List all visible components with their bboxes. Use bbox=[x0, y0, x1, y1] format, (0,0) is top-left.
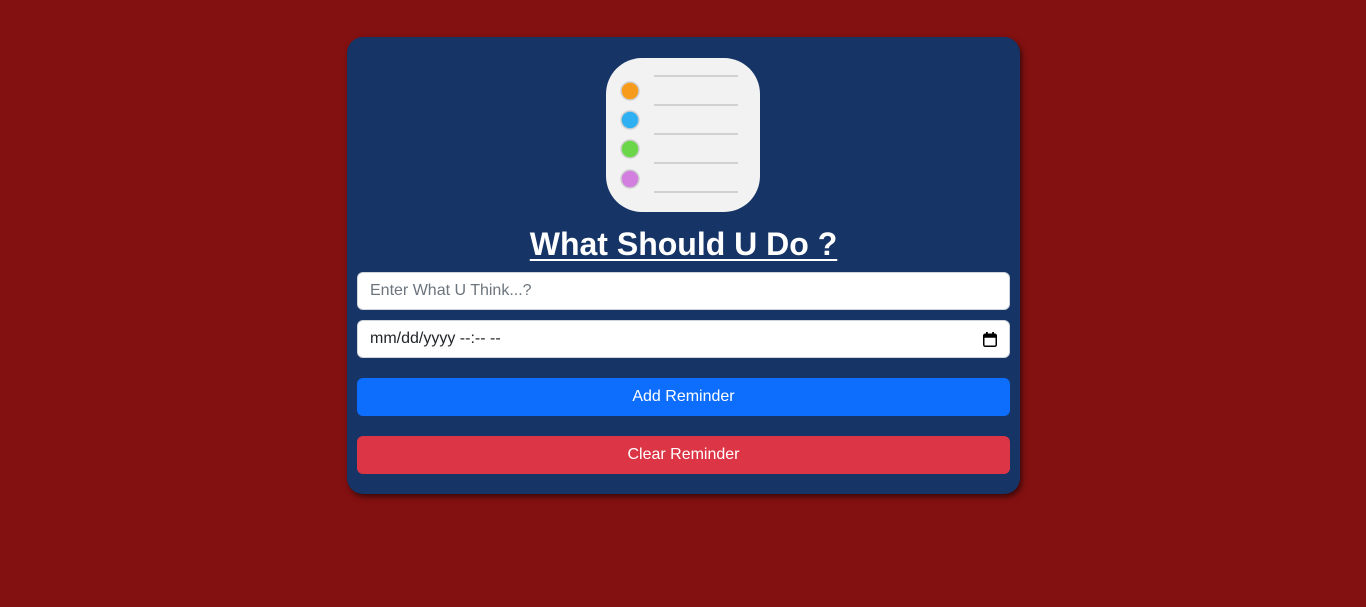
page-title: What Should U Do ? bbox=[529, 226, 838, 262]
datetime-placeholder: mm/dd/yyyy --:-- -- bbox=[370, 330, 501, 347]
reminder-datetime-field[interactable]: mm/dd/yyyy --:-- -- bbox=[357, 320, 1010, 358]
reminder-text-field[interactable] bbox=[357, 272, 1010, 310]
reminder-card: What Should U Do ? mm/dd/yyyy --:-- -- A… bbox=[347, 37, 1020, 494]
reminders-list-icon bbox=[606, 58, 760, 212]
reminder-text-input[interactable] bbox=[370, 282, 997, 300]
add-reminder-button[interactable]: Add Reminder bbox=[357, 378, 1010, 416]
clear-reminder-button[interactable]: Clear Reminder bbox=[357, 436, 1010, 474]
calendar-icon[interactable] bbox=[983, 331, 997, 347]
